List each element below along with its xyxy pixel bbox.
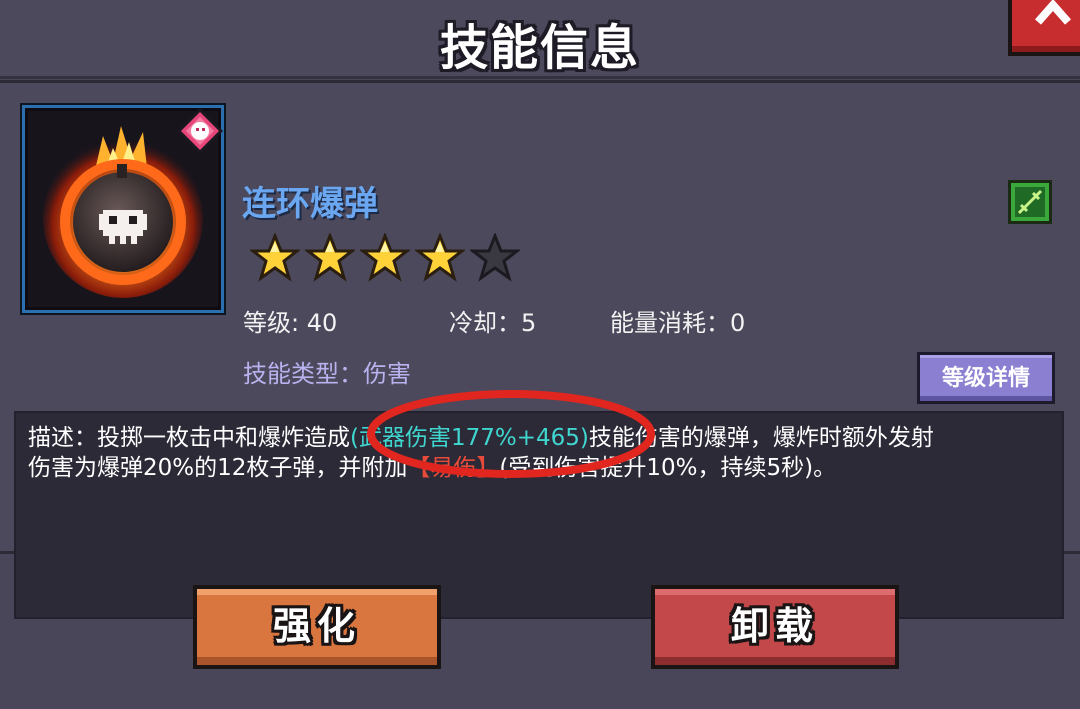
chevron-up-icon — [1035, 0, 1071, 25]
unload-button[interactable]: 卸载 — [651, 585, 899, 669]
skill-cooldown: 冷却：5 — [449, 309, 537, 337]
description-text-part: 描述：投掷一枚击中和爆炸造成 — [28, 425, 350, 451]
star-filled-icon — [360, 233, 410, 282]
title-bar: 技能信息 — [0, 0, 1080, 79]
skill-name: 连环爆弹 — [242, 184, 378, 224]
element-badge-icon — [177, 108, 223, 154]
skill-info-panel: 连环爆弹 等级: 40 冷却：5 能量消耗：0 技能类型：伤害 等级详情 描述：… — [0, 80, 1080, 619]
skill-level: 等级: 40 — [243, 309, 338, 337]
upgrade-button[interactable]: 强化 — [193, 585, 441, 669]
description-text-part: 技能伤害的爆弹，爆炸时额外发射 — [588, 425, 934, 451]
weapon-type-icon — [1008, 180, 1052, 224]
debuff-keyword: 【易伤】 — [407, 455, 500, 481]
star-filled-icon — [415, 233, 465, 282]
skill-description: 描述：投掷一枚击中和爆炸造成(武器伤害177%+465)技能伤害的爆弹，爆炸时额… — [28, 423, 1058, 483]
description-text-part: 伤害为爆弹20%的12枚子弹，并附加 — [28, 455, 408, 481]
skill-info-screen: 技能信息 连环爆弹 等级: 40 冷却：5 能量消耗：0 技能类型：伤害 等级详… — [0, 0, 1080, 709]
star-rating — [250, 233, 520, 285]
star-empty-icon — [470, 233, 520, 282]
damage-formula: (武器伤害177%+465) — [350, 425, 589, 451]
skill-description-box: 描述：投掷一枚击中和爆炸造成(武器伤害177%+465)技能伤害的爆弹，爆炸时额… — [14, 411, 1064, 619]
page-title: 技能信息 — [439, 20, 640, 76]
star-filled-icon — [250, 233, 300, 282]
close-button[interactable] — [1008, 0, 1080, 56]
description-text-part: (受到伤害提升10%，持续5秒)。 — [499, 455, 837, 481]
star-filled-icon — [305, 233, 355, 282]
level-details-button[interactable]: 等级详情 — [917, 352, 1055, 404]
skill-energy-cost: 能量消耗：0 — [610, 309, 746, 337]
skill-type: 技能类型：伤害 — [243, 360, 411, 388]
